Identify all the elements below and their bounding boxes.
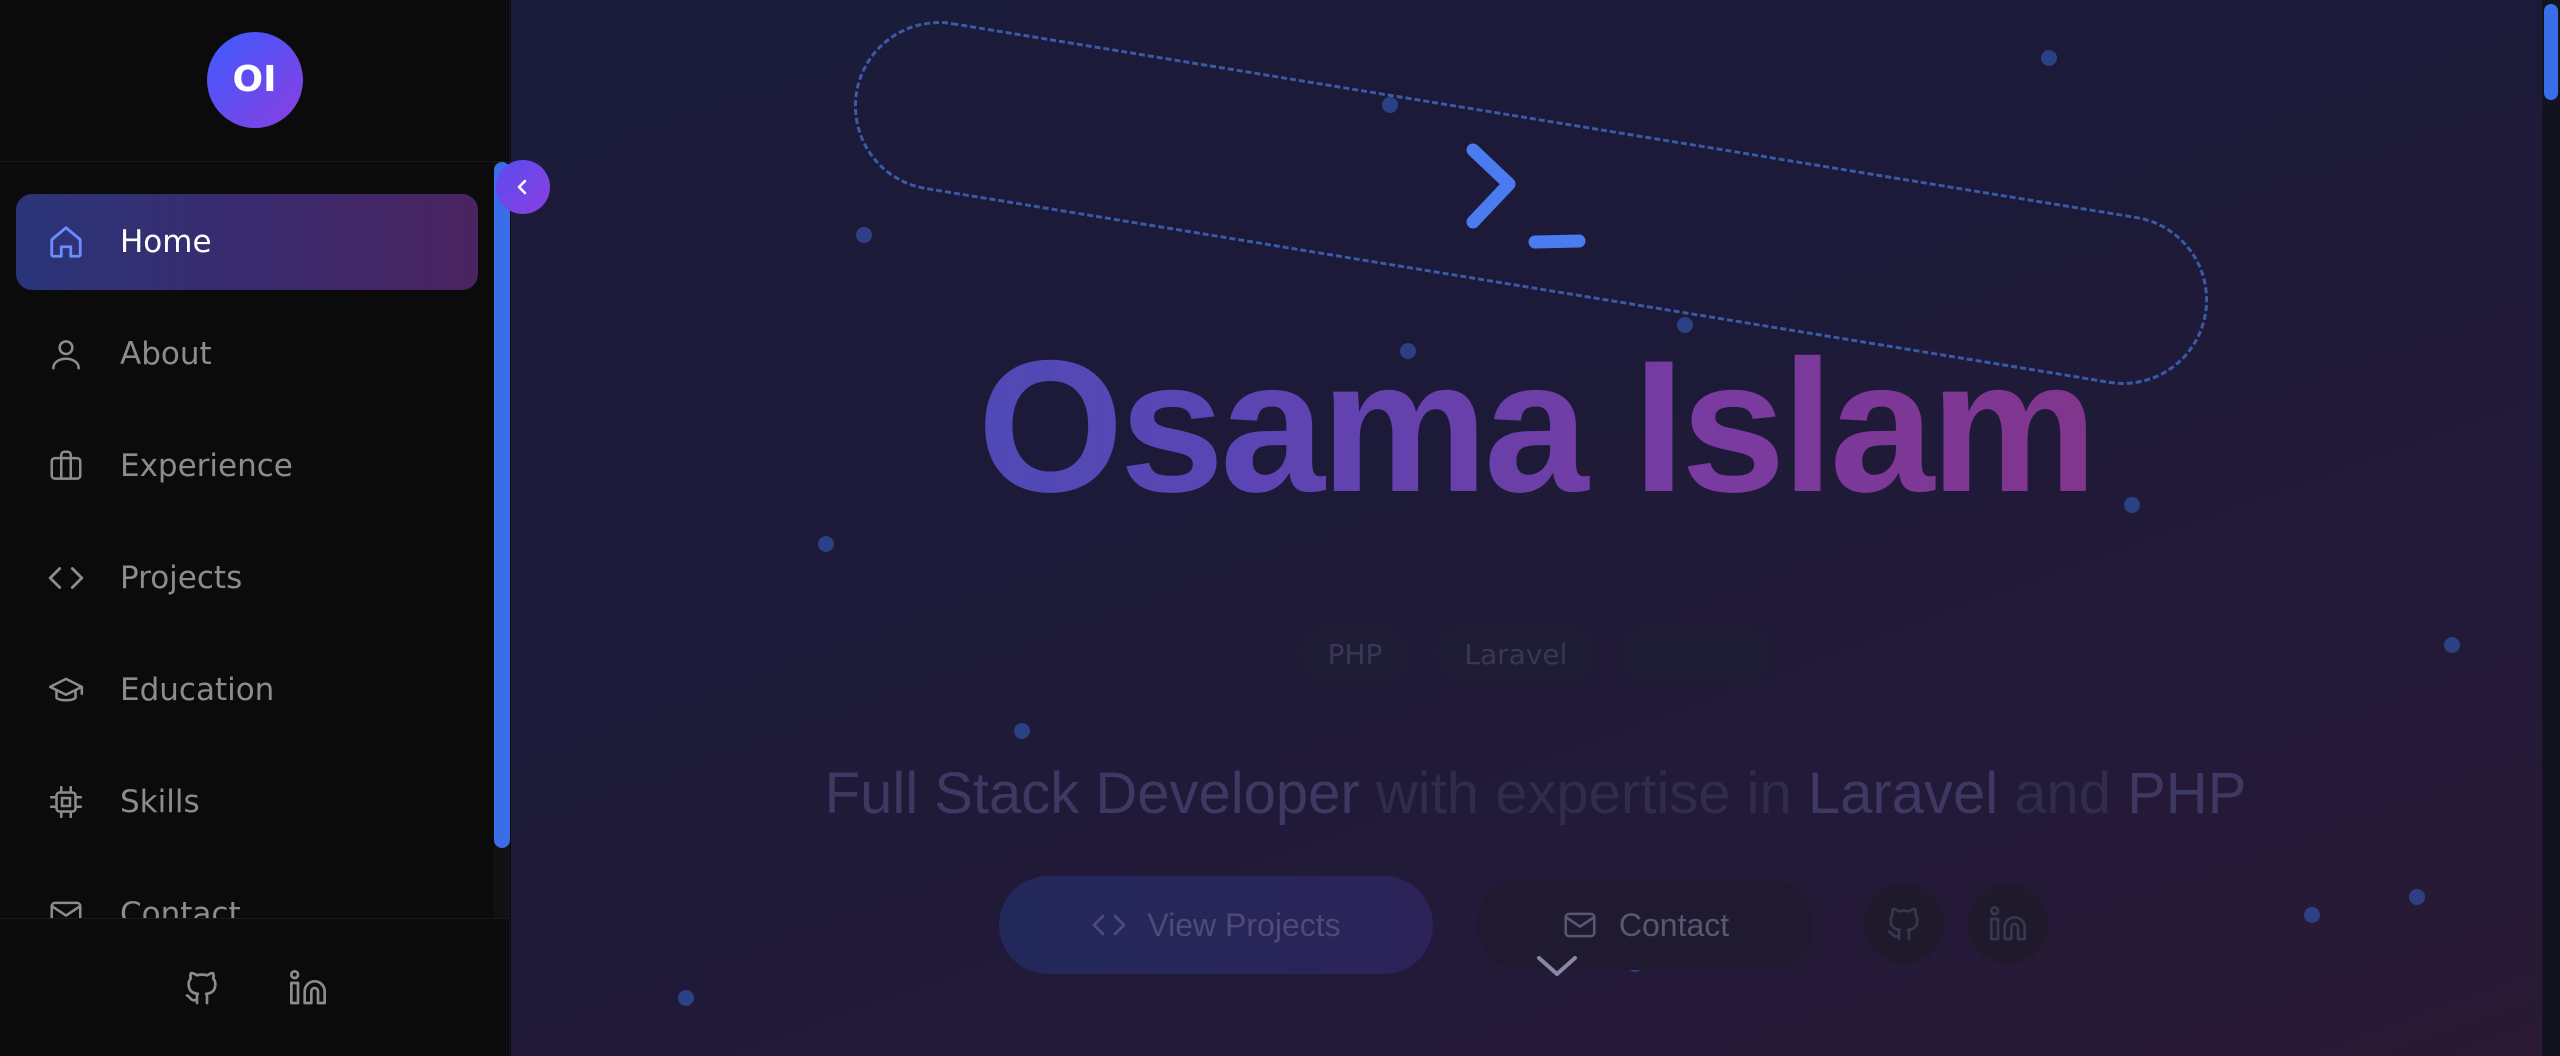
github-icon[interactable] [180, 966, 224, 1010]
sidebar-item-about[interactable]: About [16, 306, 478, 402]
sidebar-item-home[interactable]: Home [16, 194, 478, 290]
background-dot [818, 536, 834, 552]
hero-section: Osama Islam PHP Laravel Full Stack Devel… [511, 0, 2560, 1056]
skill-chips: PHP Laravel [511, 625, 2560, 683]
skill-chip [1621, 625, 1772, 683]
sidebar-item-projects[interactable]: Projects [16, 530, 478, 626]
linkedin-icon [1990, 906, 2026, 941]
code-icon [1093, 914, 1126, 936]
chevron-left-icon [517, 179, 527, 195]
sidebar-item-label: About [120, 336, 212, 372]
hero-tagline: Full Stack Developer with expertise in L… [511, 760, 2560, 827]
skill-chip: Laravel [1436, 625, 1596, 683]
contact-label: Contact [1618, 906, 1730, 943]
mail-icon [46, 894, 86, 918]
hero-linkedin-button[interactable] [1968, 884, 2048, 964]
terminal-icon [1466, 143, 1586, 249]
tagline-text: with expertise in [1359, 761, 1808, 826]
home-icon [46, 222, 86, 262]
sidebar-nav: Home About Experience Projects Education [0, 162, 494, 918]
tagline-skill: PHP [2127, 761, 2247, 826]
background-dot [678, 990, 694, 1006]
view-projects-button[interactable]: View Projects [999, 876, 1433, 974]
briefcase-icon [46, 446, 86, 486]
sidebar-item-label: Home [120, 224, 212, 260]
background-dot [1014, 723, 1030, 739]
sidebar-item-label: Contact [120, 896, 241, 918]
background-dot [2041, 50, 2057, 66]
sidebar-item-education[interactable]: Education [16, 642, 478, 738]
sidebar-item-experience[interactable]: Experience [16, 418, 478, 514]
contact-button[interactable]: Contact [1477, 880, 1813, 970]
sidebar-item-label: Education [120, 672, 275, 708]
tagline-skill: Laravel [1807, 761, 1999, 826]
tagline-text: and [1998, 761, 2128, 826]
sidebar-item-label: Experience [120, 448, 293, 484]
hero-title: Osama Islam [511, 318, 2560, 534]
mail-icon [1564, 912, 1596, 938]
sidebar: OI Home About Experience Projects Educat… [0, 0, 510, 1056]
cpu-icon [46, 782, 86, 822]
user-icon [46, 334, 86, 374]
tagline-role: Full Stack Developer [824, 761, 1360, 826]
hero-github-button[interactable] [1864, 884, 1944, 964]
avatar[interactable]: OI [206, 31, 303, 128]
sidebar-item-skills[interactable]: Skills [16, 754, 478, 850]
page-scrollbar-thumb[interactable] [2544, 4, 2558, 100]
linkedin-icon[interactable] [286, 966, 330, 1010]
sidebar-item-contact[interactable]: Contact [16, 866, 478, 918]
github-icon [1887, 907, 1919, 941]
background-dot [856, 227, 872, 243]
page-scrollbar-track[interactable] [2542, 0, 2560, 1056]
chevron-down-icon[interactable] [1535, 952, 1579, 980]
sidebar-footer [0, 918, 510, 1056]
sidebar-item-label: Projects [120, 560, 243, 596]
sidebar-item-label: Skills [120, 784, 200, 820]
sidebar-scrollbar-thumb[interactable] [494, 162, 510, 848]
sidebar-collapse-button[interactable] [496, 160, 550, 214]
graduation-cap-icon [46, 670, 86, 710]
view-projects-label: View Projects [1147, 906, 1341, 943]
sidebar-header: OI [0, 0, 509, 162]
code-icon [46, 558, 86, 598]
skill-chip: PHP [1299, 625, 1411, 683]
